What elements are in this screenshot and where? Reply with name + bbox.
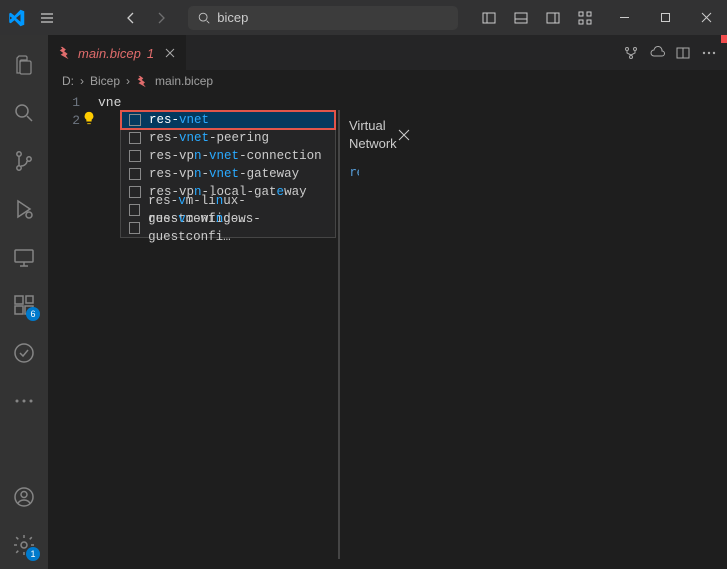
- typed-text: vne: [98, 95, 121, 110]
- main-area: 6 1 main.bicep 1: [0, 35, 727, 569]
- search-input-text: bicep: [217, 10, 248, 25]
- overview-ruler-error-icon: [721, 35, 727, 43]
- snippet-icon: [129, 114, 141, 126]
- activitybar: 6 1: [0, 35, 48, 569]
- snippet-icon: [129, 150, 141, 162]
- suggest-widget[interactable]: res-vnet res-vnet-peering res-vpn-vnet-c…: [120, 110, 336, 238]
- suggest-item[interactable]: res-vm-windows-guestconfi…: [121, 219, 335, 237]
- nav-forward-icon[interactable]: [150, 4, 172, 32]
- global-search-box[interactable]: bicep: [188, 6, 458, 30]
- minimize-button-icon[interactable]: [608, 0, 641, 35]
- suggest-item[interactable]: res-vpn-vnet-gateway: [121, 165, 335, 183]
- toggle-primary-sidebar-icon[interactable]: [474, 4, 504, 32]
- editor-group: main.bicep 1 D: › Bicep › main.bicep: [48, 35, 727, 569]
- search-activity-icon[interactable]: [0, 89, 48, 137]
- editor-content[interactable]: 1 2 vne res-vnet res-vnet-peering: [48, 92, 727, 569]
- doc-close-icon[interactable]: [397, 128, 411, 142]
- extensions-badge: 6: [26, 307, 40, 321]
- explorer-icon[interactable]: [0, 41, 48, 89]
- line-gutter: 1 2: [48, 92, 98, 569]
- layout-controls: [474, 4, 600, 32]
- line-number: 2: [48, 112, 80, 130]
- doc-body: resource virtualNetwork 'Microsoft.Netwo…: [339, 159, 359, 558]
- customize-layout-icon[interactable]: [570, 4, 600, 32]
- nav-back-icon[interactable]: [119, 4, 141, 32]
- bicep-file-icon: [136, 75, 149, 88]
- maximize-button-icon[interactable]: [649, 0, 682, 35]
- extensions-icon[interactable]: 6: [0, 281, 48, 329]
- suggest-item[interactable]: res-vpn-vnet-connection: [121, 147, 335, 165]
- chevron-icon: ›: [80, 74, 84, 88]
- close-button-icon[interactable]: [690, 0, 723, 35]
- breadcrumb-folder: Bicep: [90, 74, 120, 88]
- search-icon: [197, 11, 211, 25]
- tabs-row: main.bicep 1: [48, 35, 727, 70]
- vscode-logo-icon: [4, 0, 28, 35]
- tab-title: main.bicep: [78, 46, 141, 61]
- suggest-item[interactable]: res-vnet: [121, 111, 335, 129]
- snippet-icon: [129, 132, 141, 144]
- tab-main-bicep[interactable]: main.bicep 1: [48, 35, 186, 70]
- testing-icon[interactable]: [0, 329, 48, 377]
- snippet-icon: [129, 222, 140, 234]
- line-number: 1: [48, 94, 80, 112]
- visualize-icon[interactable]: [623, 45, 639, 61]
- menu-button-icon[interactable]: [36, 4, 58, 32]
- run-debug-icon[interactable]: [0, 185, 48, 233]
- more-actions-icon[interactable]: [701, 45, 717, 61]
- suggest-detail-widget: Virtual Network resource virtualNetwork …: [338, 110, 340, 559]
- bicep-file-icon: [58, 46, 72, 60]
- accounts-icon[interactable]: [0, 473, 48, 521]
- tab-close-icon[interactable]: [164, 47, 176, 59]
- snippet-icon: [129, 186, 141, 198]
- toggle-panel-icon[interactable]: [506, 4, 536, 32]
- suggest-item[interactable]: res-vnet-peering: [121, 129, 335, 147]
- snippet-icon: [129, 204, 140, 216]
- more-icon[interactable]: [0, 377, 48, 425]
- source-control-icon[interactable]: [0, 137, 48, 185]
- chevron-icon: ›: [126, 74, 130, 88]
- breadcrumb[interactable]: D: › Bicep › main.bicep: [48, 70, 727, 92]
- breadcrumb-file: main.bicep: [155, 74, 213, 88]
- code-text[interactable]: vne res-vnet res-vnet-peering res-vpn-vn…: [98, 92, 121, 569]
- split-editor-icon[interactable]: [675, 45, 691, 61]
- settings-badge: 1: [26, 547, 40, 561]
- titlebar: bicep: [0, 0, 727, 35]
- tab-problems-count: 1: [147, 46, 154, 61]
- breadcrumb-root: D:: [62, 74, 74, 88]
- doc-title: Virtual Network: [349, 117, 397, 153]
- tab-actions: [623, 35, 727, 70]
- deploy-cloud-icon[interactable]: [649, 45, 665, 61]
- lightbulb-icon[interactable]: [82, 111, 96, 125]
- remote-explorer-icon[interactable]: [0, 233, 48, 281]
- toggle-secondary-sidebar-icon[interactable]: [538, 4, 568, 32]
- settings-gear-icon[interactable]: 1: [0, 521, 48, 569]
- snippet-icon: [129, 168, 141, 180]
